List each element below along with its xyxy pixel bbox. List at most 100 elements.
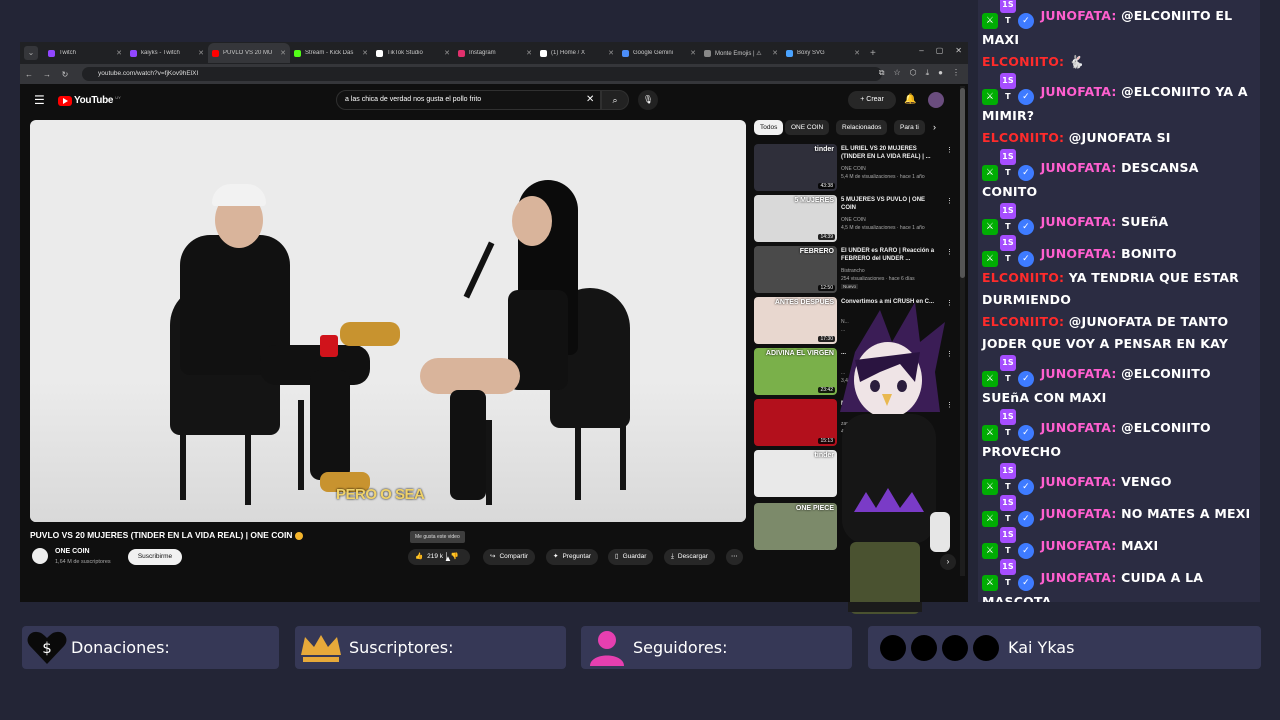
maximize-icon[interactable]: ▢	[936, 46, 944, 55]
account-avatar[interactable]	[928, 92, 944, 108]
video-player[interactable]: PERO O SEA	[30, 120, 746, 522]
tab-close-icon[interactable]: ✕	[772, 49, 778, 57]
chat-username[interactable]: ELCONIITO	[982, 314, 1059, 329]
cast-icon[interactable]: ⧉	[879, 68, 885, 78]
tab-close-icon[interactable]: ✕	[198, 49, 204, 57]
like-dislike-button[interactable]: 👍 219 k │ 👎	[408, 549, 470, 565]
minimize-icon[interactable]: –	[919, 46, 923, 55]
more-actions-button[interactable]: ⋯	[726, 549, 743, 565]
video-title[interactable]: El UNDER es RARO | Reacción a FEBRERO de…	[841, 248, 941, 263]
more-options-icon[interactable]: ⋮	[946, 197, 953, 205]
tab-close-icon[interactable]: ✕	[116, 49, 122, 57]
chat-colon: :	[1059, 54, 1065, 69]
thumbs-up-icon[interactable]: 👍	[415, 553, 423, 560]
chat-username[interactable]: JUNOFATA	[1041, 474, 1112, 489]
back-icon[interactable]: ←	[20, 70, 38, 79]
recommended-video[interactable]: 5 MUJERES 14:39 5 MUJERES VS PUVLO | ONE…	[754, 195, 954, 242]
chat-username[interactable]: JUNOFATA	[1041, 214, 1112, 229]
ask-button[interactable]: ✦ Preguntar	[546, 549, 598, 565]
video-title[interactable]: EL URIEL VS 20 MUJERES (TINDER EN LA VID…	[841, 146, 941, 161]
video-channel[interactable]: Bistrancho	[841, 268, 865, 274]
tab-search-icon[interactable]: ⌄	[24, 46, 38, 60]
chat-username[interactable]: JUNOFATA	[1041, 8, 1112, 23]
browser-menu-icon[interactable]: ⋮	[952, 68, 960, 78]
video-thumbnail[interactable]: 5 MUJERES 14:39	[754, 195, 837, 242]
extensions-icon[interactable]: ⬡	[910, 68, 917, 78]
hamburger-menu-icon[interactable]: ☰	[34, 93, 45, 107]
chat-text: MAXI	[1121, 538, 1159, 553]
more-options-icon[interactable]: ⋮	[946, 248, 953, 256]
create-button[interactable]: + Crear	[848, 91, 896, 109]
chat-username[interactable]: JUNOFATA	[1041, 570, 1112, 585]
browser-tab[interactable]: Monte Emojis | ⚠ ✕	[700, 43, 782, 63]
tab-close-icon[interactable]: ✕	[444, 49, 450, 57]
video-thumbnail[interactable]: FEBRERO 12:50	[754, 246, 837, 293]
tab-close-icon[interactable]: ✕	[854, 49, 860, 57]
chip-one-coin[interactable]: ONE COIN	[785, 120, 830, 135]
video-thumbnail[interactable]: tinder 43:38	[754, 144, 837, 191]
chat-username[interactable]: ELCONIITO	[982, 54, 1059, 69]
browser-tab[interactable]: Google Gemini ✕	[618, 43, 700, 63]
download-button[interactable]: ⤓ Descargar	[664, 549, 715, 565]
browser-tab[interactable]: (1) Home / X ✕	[536, 43, 618, 63]
search-input[interactable]: a las chica de verdad nos gusta el pollo…	[336, 90, 601, 110]
chair-leg	[575, 420, 581, 500]
youtube-wordmark: YouTube	[74, 95, 114, 106]
recommended-video[interactable]: tinder 43:38 EL URIEL VS 20 MUJERES (TIN…	[754, 144, 954, 191]
recommended-video[interactable]: FEBRERO 12:50 El UNDER es RARO | Reacció…	[754, 246, 954, 293]
chat-username[interactable]: JUNOFATA	[1041, 84, 1112, 99]
tab-close-icon[interactable]: ✕	[608, 49, 614, 57]
chat-username[interactable]: JUNOFATA	[1041, 538, 1112, 553]
chat-username[interactable]: JUNOFATA	[1041, 506, 1112, 521]
browser-tab[interactable]: Twitch ✕	[44, 43, 126, 63]
browser-tab[interactable]: kaiyks - Twitch ✕	[126, 43, 208, 63]
browser-tab[interactable]: Instagram ✕	[454, 43, 536, 63]
video-channel[interactable]: ONE COIN	[841, 217, 866, 223]
url-field[interactable]: youtube.com/watch?v=fjKov9hElXI	[82, 67, 882, 81]
tab-favicon-icon	[48, 49, 55, 57]
youtube-logo[interactable]: YouTube UY	[58, 95, 121, 106]
chat-username[interactable]: JUNOFATA	[1041, 160, 1112, 175]
save-button[interactable]: ▯ Guardar	[608, 549, 654, 565]
more-options-icon[interactable]: ⋮	[946, 146, 953, 154]
search-icon[interactable]: ⌕	[601, 90, 629, 110]
chip-relacionados[interactable]: Relacionados	[836, 120, 888, 135]
chat-username[interactable]: JUNOFATA	[1041, 420, 1112, 435]
browser-tab[interactable]: TikTok Studio ✕	[372, 43, 454, 63]
chat-username[interactable]: JUNOFATA	[1041, 366, 1112, 381]
bookmark-star-icon[interactable]: ☆	[893, 68, 900, 78]
video-channel[interactable]: ONE COIN	[841, 166, 866, 172]
chat-username[interactable]: ELCONIITO	[982, 270, 1059, 285]
tab-close-icon[interactable]: ✕	[526, 49, 532, 57]
browser-tab[interactable]: Boxy SVG ✕	[782, 43, 864, 63]
channel-name[interactable]: ONE COIN	[55, 548, 90, 555]
video-title[interactable]: 5 MUJERES VS PUVLO | ONE COIN	[841, 197, 941, 212]
download-icon[interactable]: ⤓	[926, 68, 930, 78]
ask-label: Preguntar	[562, 553, 591, 560]
browser-tab[interactable]: PUVLO VS 20 MU ✕	[208, 43, 290, 63]
woman-boots	[450, 390, 486, 500]
tab-close-icon[interactable]: ✕	[690, 49, 696, 57]
channel-avatar[interactable]	[32, 548, 48, 564]
tab-title: kaiyks - Twitch	[141, 50, 180, 56]
reload-icon[interactable]: ↻	[56, 70, 74, 79]
video-title-text: PUVLO VS 20 MUJERES (TINDER EN LA VIDA R…	[30, 530, 293, 540]
microphone-icon[interactable]: 🎙	[638, 90, 658, 110]
chevron-right-icon[interactable]: ›	[933, 122, 936, 132]
tab-close-icon[interactable]: ✕	[280, 49, 286, 57]
chip-todos[interactable]: Todos	[754, 120, 784, 135]
close-icon[interactable]: ✕	[955, 46, 962, 55]
share-button[interactable]: ↪ Compartir	[483, 549, 535, 565]
page-scrollbar[interactable]	[960, 86, 965, 576]
chip-para-ti[interactable]: Para ti	[894, 120, 925, 135]
subscribe-button[interactable]: Suscribirme	[128, 549, 182, 565]
tab-close-icon[interactable]: ✕	[362, 49, 368, 57]
chat-username[interactable]: JUNOFATA	[1041, 246, 1112, 261]
profile-icon[interactable]: ●	[938, 68, 943, 78]
browser-tab[interactable]: Stream - Kick Das ✕	[290, 43, 372, 63]
chat-username[interactable]: ELCONIITO	[982, 130, 1059, 145]
forward-icon[interactable]: →	[38, 70, 56, 79]
new-tab-icon[interactable]: +	[870, 48, 876, 59]
clear-search-icon[interactable]: ✕	[586, 94, 594, 105]
notifications-bell-icon[interactable]: 🔔	[904, 94, 916, 105]
